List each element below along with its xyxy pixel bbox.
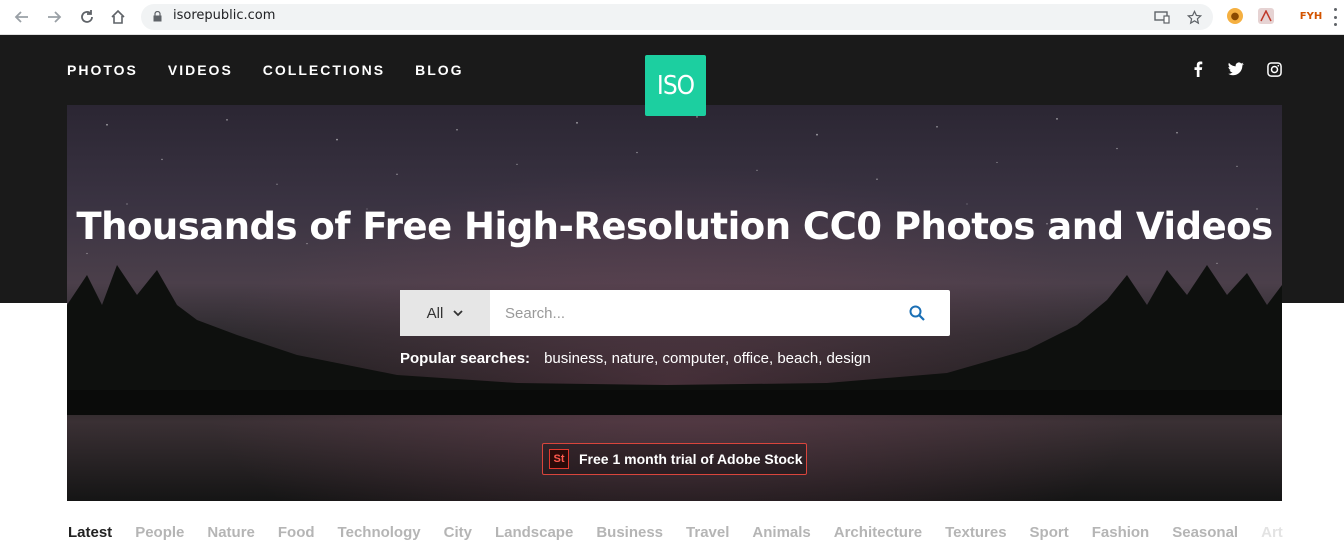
reload-icon[interactable] [76,6,98,28]
tab-textures[interactable]: Textures [945,524,1006,541]
popular-term-beach[interactable]: beach [777,350,818,367]
popular-search-terms: business, nature, computer, office, beac… [544,350,871,367]
popular-term-office[interactable]: office [733,350,769,367]
forward-arrow-icon[interactable] [43,6,65,28]
cast-icon[interactable] [1153,8,1171,26]
tab-latest[interactable]: Latest [68,524,112,541]
search-bar: All [400,290,950,336]
tab-art[interactable]: Art [1261,524,1283,541]
tab-business[interactable]: Business [596,524,663,541]
tab-travel[interactable]: Travel [686,524,729,541]
home-icon[interactable] [107,6,129,28]
popular-term-nature[interactable]: nature [612,350,655,367]
popular-searches: Popular searches: business, nature, comp… [400,350,871,367]
instagram-icon[interactable] [1265,60,1283,78]
tab-technology[interactable]: Technology [338,524,421,541]
pdf-extension-icon[interactable] [1258,8,1274,24]
adobe-stock-promo-button[interactable]: St Free 1 month trial of Adobe Stock [542,443,807,475]
browser-toolbar: isorepublic.com ● FYH [0,0,1344,35]
cookie-extension-icon[interactable]: ● [1227,8,1243,24]
forest-lake-image [67,265,1282,415]
tab-animals[interactable]: Animals [752,524,810,541]
url-text: isorepublic.com [173,8,276,23]
search-icon [909,305,925,321]
search-button[interactable] [884,290,950,336]
twitter-icon[interactable] [1227,60,1245,78]
popular-searches-label: Popular searches: [400,350,531,367]
nav-videos[interactable]: VIDEOS [168,62,233,78]
nav-photos[interactable]: PHOTOS [67,62,138,78]
facebook-icon[interactable] [1189,60,1207,78]
tab-people[interactable]: People [135,524,184,541]
search-type-label: All [426,304,444,322]
menu-icon[interactable] [1333,8,1337,26]
back-arrow-icon[interactable] [11,6,33,28]
bookmark-star-icon[interactable] [1185,8,1203,26]
chevron-down-icon [453,309,463,316]
search-input[interactable] [490,290,884,336]
main-nav: PHOTOS VIDEOS COLLECTIONS BLOG [67,62,464,78]
adobe-stock-icon: St [549,449,569,469]
nav-blog[interactable]: BLOG [415,62,463,78]
popular-term-computer[interactable]: computer [663,350,726,367]
site-logo[interactable]: ISO [645,55,706,116]
address-bar[interactable]: isorepublic.com [141,4,1213,30]
tab-landscape[interactable]: Landscape [495,524,573,541]
fyh-extension-icon[interactable]: FYH [1300,8,1322,24]
tab-city[interactable]: City [444,524,472,541]
tab-fashion[interactable]: Fashion [1092,524,1150,541]
category-tabs: Latest People Nature Food Technology Cit… [68,524,1306,541]
tab-sport[interactable]: Sport [1030,524,1069,541]
search-type-select[interactable]: All [400,290,490,336]
tab-architecture[interactable]: Architecture [834,524,922,541]
nav-collections[interactable]: COLLECTIONS [263,62,385,78]
adobe-stock-promo-text: Free 1 month trial of Adobe Stock [579,451,803,467]
hero-title: Thousands of Free High-Resolution CC0 Ph… [76,205,1273,248]
popular-term-business[interactable]: business [544,350,603,367]
hero-banner: Thousands of Free High-Resolution CC0 Ph… [67,105,1282,501]
tab-nature[interactable]: Nature [207,524,255,541]
popular-term-design[interactable]: design [827,350,871,367]
lock-icon [153,11,162,22]
tab-food[interactable]: Food [278,524,315,541]
tab-seasonal[interactable]: Seasonal [1172,524,1238,541]
